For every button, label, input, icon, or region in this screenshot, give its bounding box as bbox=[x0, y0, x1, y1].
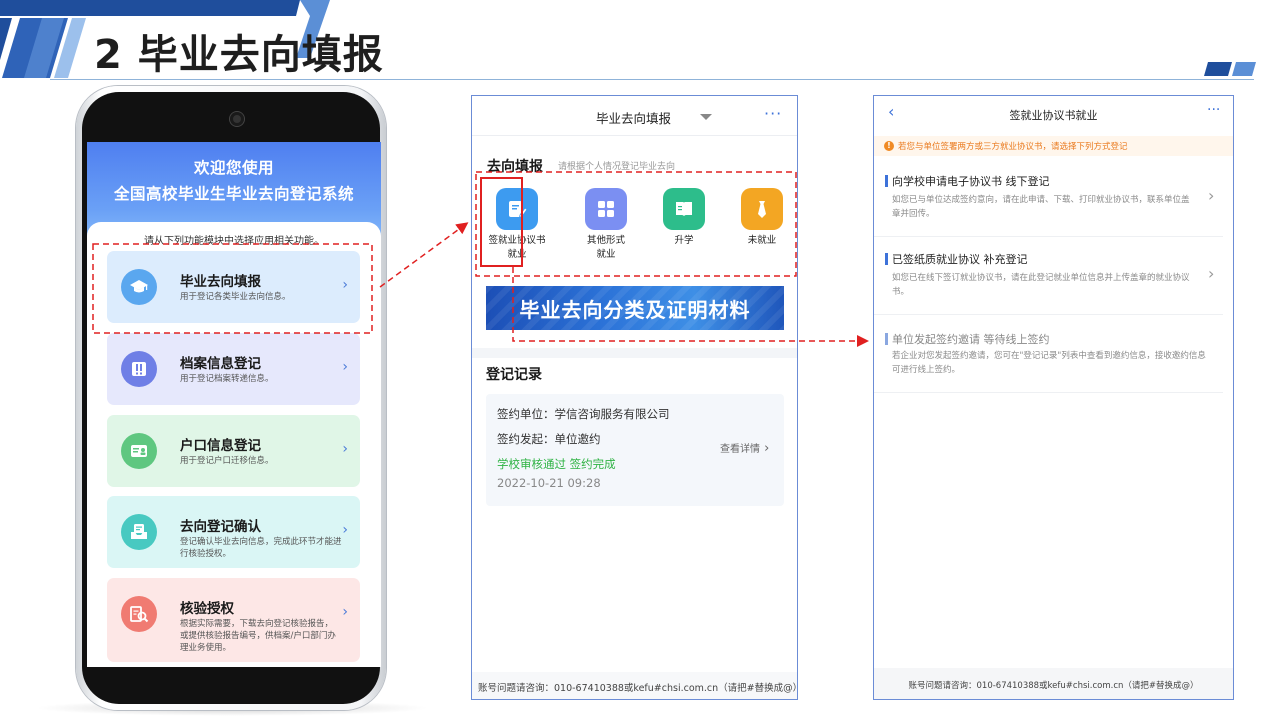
caret-down-icon[interactable] bbox=[700, 114, 712, 120]
menu-item-desc: 用于登记档案转递信息。 bbox=[180, 374, 274, 384]
category-banner[interactable]: 毕业去向分类及证明材料 bbox=[486, 286, 784, 330]
arrow-to-destination-screen bbox=[379, 222, 469, 288]
menu-item-confirm[interactable]: 去向登记确认 登记确认毕业去向信息，完成此环节才能进行核验授权。 › bbox=[107, 496, 360, 568]
tie-icon bbox=[741, 188, 783, 230]
camera-icon bbox=[230, 112, 244, 126]
section-divider bbox=[472, 348, 797, 358]
menu-item-desc: 根据实际需要，下载去向登记核验报告，或提供核验报告编号，供档案/户口部门办理业务… bbox=[180, 619, 336, 653]
notice-text: 若您与单位签署两方或三方就业协议书，请选择下列方式登记 bbox=[898, 142, 1128, 152]
option-desc-line-2: 章并回传。 bbox=[892, 209, 935, 219]
footer: 账号问题请咨询：010-67410388或kefu#chsi.com.cn（请把… bbox=[472, 672, 798, 699]
divider bbox=[874, 392, 1223, 393]
more-icon[interactable]: ··· bbox=[1207, 102, 1220, 118]
menu-item-household[interactable]: 户口信息登记 用于登记户口迁移信息。 › bbox=[107, 415, 360, 487]
option-electronic-agreement[interactable]: 向学校申请电子协议书 线下登记 如您已与单位达成签约意向，请在此申请、下载、打印… bbox=[874, 172, 1233, 242]
chevron-right-icon: › bbox=[1208, 186, 1215, 205]
option-signed-agreement[interactable]: 签就业协议书 就业 bbox=[482, 188, 552, 262]
banner-line-1: 欢迎您使用 bbox=[193, 159, 274, 177]
graduation-cap-icon bbox=[121, 269, 157, 305]
edit-icon bbox=[496, 188, 538, 230]
verify-icon bbox=[121, 596, 157, 632]
signed-agreement-screen: ‹ 签就业协议书就业 ··· ! 若您与单位签署两方或三方就业协议书，请选择下列… bbox=[873, 95, 1234, 700]
option-title: 已签纸质就业协议 补充登记 bbox=[892, 253, 1028, 266]
option-label: 升学 bbox=[674, 235, 694, 246]
chevron-right-icon: › bbox=[1208, 264, 1215, 283]
record-time: 2022-10-21 09:28 bbox=[497, 476, 601, 490]
chevron-right-icon: › bbox=[342, 441, 348, 457]
menu-item-title: 去向登记确认 bbox=[180, 519, 261, 535]
phone-screen: 欢迎您使用 全国高校毕业生毕业去向登记系统 请从下列功能模块中选择应用相关功能。… bbox=[87, 142, 381, 667]
confirm-icon bbox=[121, 514, 157, 550]
option-label: 签就业协议书 bbox=[488, 235, 546, 246]
archive-icon bbox=[121, 351, 157, 387]
menu-item-title: 核验授权 bbox=[180, 601, 234, 617]
more-icon[interactable]: ··· bbox=[764, 104, 782, 123]
menu-item-desc: 登记确认毕业去向信息，完成此环节才能进行核验授权。 bbox=[180, 537, 342, 559]
grid-icon bbox=[585, 188, 627, 230]
module-hint: 请从下列功能模块中选择应用相关功能。 bbox=[144, 236, 324, 247]
option-desc-line-2: 书。 bbox=[892, 287, 910, 297]
footer-contact: 账号问题请咨询：010-67410388或kefu#chsi.com.cn（请把… bbox=[908, 681, 1199, 691]
menu-item-verify[interactable]: 核验授权 根据实际需要，下载去向登记核验报告，或提供核验报告编号，供档案/户口部… bbox=[107, 578, 360, 662]
option-title: 向学校申请电子协议书 线下登记 bbox=[892, 175, 1050, 188]
record-section-title: 登记记录 bbox=[486, 367, 542, 383]
option-online-invitation: 单位发起签约邀请 等待线上签约 若企业对您发起签约邀请，您可在"登记记录"列表中… bbox=[874, 330, 1233, 390]
option-label: 未就业 bbox=[747, 235, 777, 246]
warning-icon: ! bbox=[884, 141, 894, 151]
section-title: 去向填报 bbox=[487, 159, 543, 175]
option-paper-agreement[interactable]: 已签纸质就业协议 补充登记 如您已在线下签订就业协议书，请在此登记就业单位信息并… bbox=[874, 250, 1233, 320]
corner-decoration bbox=[1204, 62, 1256, 76]
option-label: 其他形式 bbox=[586, 235, 625, 246]
record-card[interactable]: 签约单位：学信咨询服务有限公司 签约发起：单位邀约 学校审核通过 签约完成 20… bbox=[486, 394, 784, 506]
section-marker bbox=[885, 253, 888, 265]
destination-screen: 毕业去向填报 ··· 去向填报 请根据个人情况登记毕业去向 签就业协议书 就业 … bbox=[471, 95, 798, 700]
option-other-employment[interactable]: 其他形式 就业 bbox=[571, 188, 641, 262]
menu-item-archive[interactable]: 档案信息登记 用于登记档案转递信息。 › bbox=[107, 333, 360, 405]
option-desc-line-1: 如您已与单位达成签约意向，请在此申请、下载、打印就业协议书，联系单位盖 bbox=[892, 195, 1190, 205]
chevron-right-icon: › bbox=[342, 359, 348, 375]
chevron-right-icon: › bbox=[760, 441, 770, 456]
footer-contact: 账号问题请咨询：010-67410388或kefu#chsi.com.cn（请把… bbox=[478, 683, 798, 694]
header-divider bbox=[50, 79, 1254, 80]
divider bbox=[874, 236, 1223, 237]
view-details-link[interactable]: 查看详情 › bbox=[720, 440, 769, 456]
option-unemployed[interactable]: 未就业 bbox=[727, 188, 797, 248]
footer: 账号问题请咨询：010-67410388或kefu#chsi.com.cn（请把… bbox=[874, 668, 1233, 699]
menu-item-title: 档案信息登记 bbox=[180, 356, 261, 372]
nav-title: 签就业协议书就业 bbox=[1009, 109, 1098, 122]
chevron-right-icon: › bbox=[342, 604, 348, 620]
section-marker bbox=[885, 175, 888, 187]
menu-item-destination[interactable]: 毕业去向填报 用于登记各类毕业去向信息。 › bbox=[107, 251, 360, 323]
chevron-right-icon: › bbox=[342, 277, 348, 293]
option-label-2: 就业 bbox=[596, 249, 616, 260]
id-card-icon bbox=[121, 433, 157, 469]
record-initiator: 签约发起：单位邀约 bbox=[497, 432, 601, 446]
menu-item-desc: 用于登记各类毕业去向信息。 bbox=[180, 292, 291, 302]
section-subtitle: 请根据个人情况登记毕业去向 bbox=[558, 162, 676, 172]
menu-item-desc: 用于登记户口迁移信息。 bbox=[180, 456, 274, 466]
book-icon bbox=[663, 188, 705, 230]
nav-bar: 毕业去向填报 ··· bbox=[472, 96, 797, 136]
chevron-right-icon: › bbox=[342, 522, 348, 538]
view-details-label: 查看详情 bbox=[720, 444, 760, 455]
option-desc-line-2: 可进行线上签约。 bbox=[892, 365, 961, 375]
nav-title: 毕业去向填报 bbox=[596, 111, 672, 126]
option-title: 单位发起签约邀请 等待线上签约 bbox=[892, 333, 1050, 346]
option-label-2: 就业 bbox=[507, 249, 527, 260]
menu-item-title: 户口信息登记 bbox=[180, 438, 261, 454]
option-desc-line-1: 如您已在线下签订就业协议书，请在此登记就业单位信息并上传盖章的就业协议 bbox=[892, 273, 1190, 283]
option-desc-line-1: 若企业对您发起签约邀请，您可在"登记记录"列表中查看到邀约信息，接收邀约信息 bbox=[892, 351, 1206, 361]
banner-line-2: 全国高校毕业生毕业去向登记系统 bbox=[113, 185, 354, 203]
record-status: 学校审核通过 签约完成 bbox=[497, 457, 616, 471]
page-title: 2 毕业去向填报 bbox=[94, 32, 384, 78]
section-marker bbox=[885, 333, 888, 345]
option-further-study[interactable]: 升学 bbox=[649, 188, 719, 248]
banner-text: 毕业去向分类及证明材料 bbox=[519, 298, 751, 322]
menu-item-title: 毕业去向填报 bbox=[180, 274, 261, 290]
divider bbox=[874, 314, 1223, 315]
notice-bar: ! 若您与单位签署两方或三方就业协议书，请选择下列方式登记 bbox=[874, 136, 1233, 156]
record-unit: 签约单位：学信咨询服务有限公司 bbox=[497, 407, 670, 421]
